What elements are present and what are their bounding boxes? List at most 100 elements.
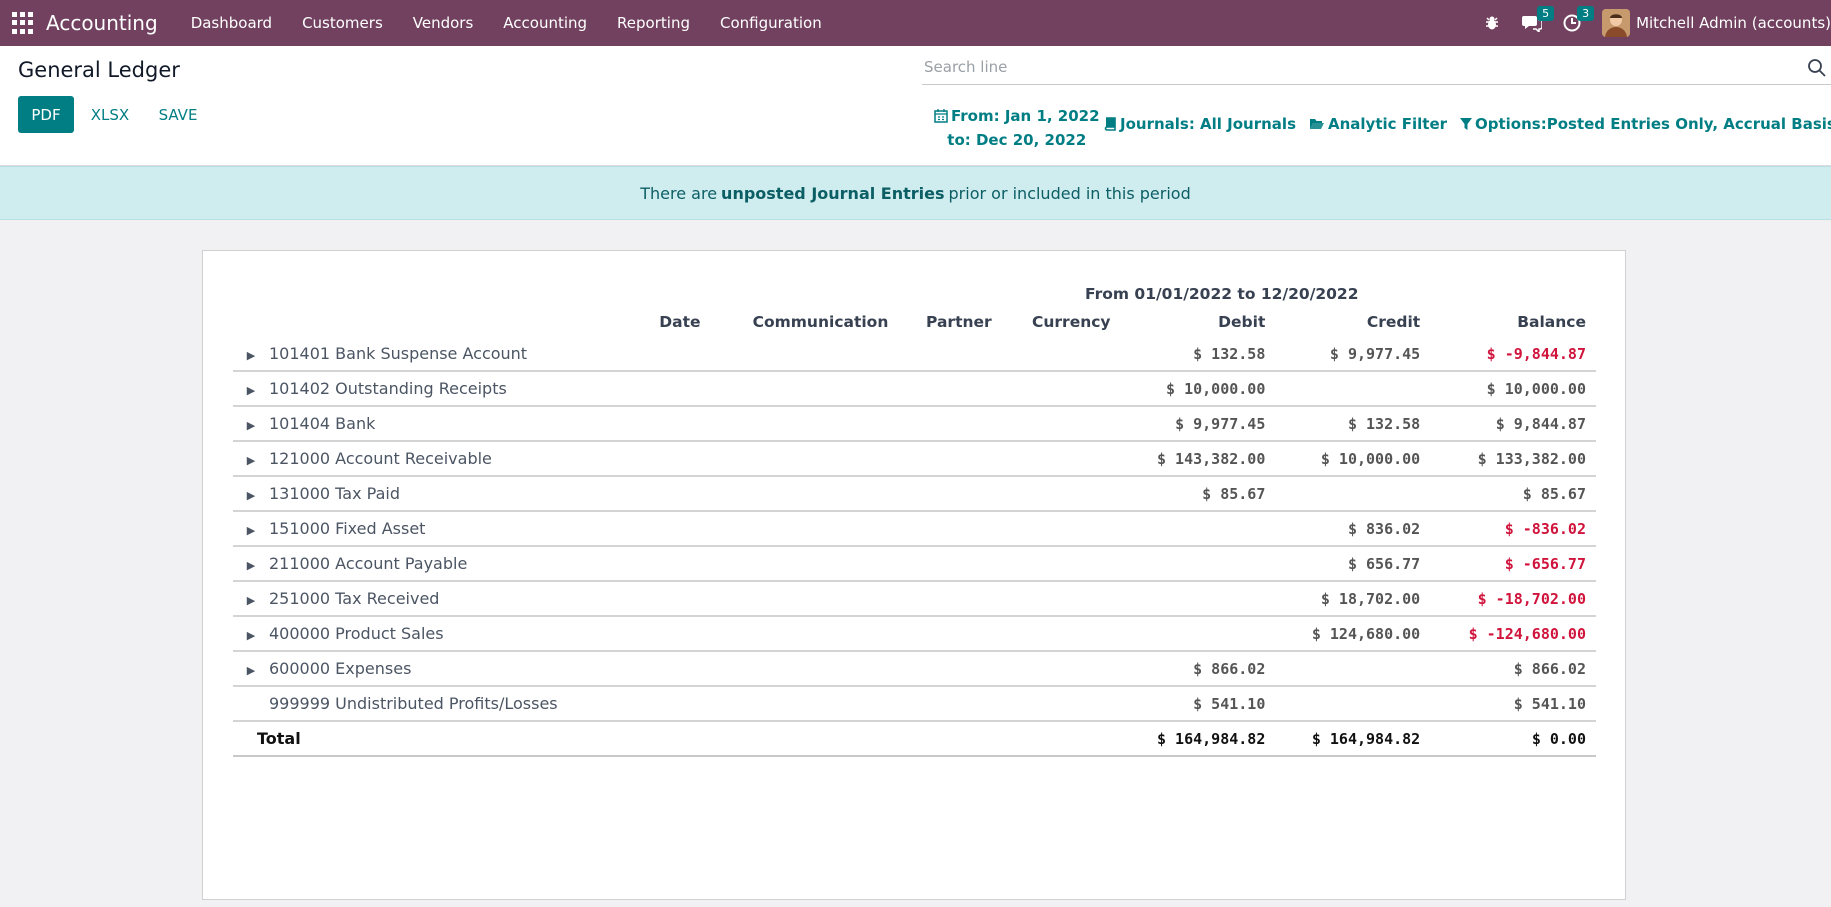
- ledger-row[interactable]: ▶ 101404 Bank $ 9,977.45 $ 132.58 $ 9,844.87: [233, 406, 1596, 442]
- ledger-row[interactable]: ▶ 251000 Tax Received $ 18,702.00 $ -18,702…: [233, 581, 1596, 617]
- account-name: 101402 Outstanding Receipts: [269, 379, 507, 398]
- date-cell: [636, 546, 711, 582]
- balance-cell: $ 866.02: [1430, 651, 1596, 687]
- options-filter[interactable]: Options:Posted Entries Only, Accrual Bas…: [1460, 115, 1831, 133]
- column-account: [233, 307, 637, 337]
- menu-reporting[interactable]: Reporting: [602, 14, 705, 32]
- account-name: 211000 Account Payable: [269, 554, 468, 573]
- xlsx-button[interactable]: XLSX: [80, 96, 140, 133]
- credit-cell: $ 124,680.00: [1275, 616, 1431, 652]
- communication-cell: [710, 476, 899, 512]
- communication-cell: [710, 546, 899, 582]
- caret-right-icon[interactable]: ▶: [233, 489, 269, 502]
- user-menu[interactable]: Mitchell Admin (accounts): [1636, 14, 1831, 32]
- column-date: Date: [659, 313, 701, 331]
- messages-chat-icon[interactable]: 5: [1517, 0, 1555, 46]
- caret-right-icon[interactable]: ▶: [233, 629, 269, 642]
- debit-cell: [1120, 511, 1276, 547]
- caret-right-icon[interactable]: ▶: [233, 664, 269, 677]
- search-icon[interactable]: [1807, 58, 1827, 78]
- ledger-row: 999999 Undistributed Profits/Losses $ 541…: [233, 686, 1596, 722]
- balance-cell: $ 85.67: [1430, 476, 1596, 512]
- menu-dashboard[interactable]: Dashboard: [176, 14, 287, 32]
- balance-cell: $ 10,000.00: [1430, 371, 1596, 407]
- caret-right-icon[interactable]: ▶: [233, 419, 269, 432]
- caret-right-icon[interactable]: ▶: [233, 594, 269, 607]
- balance-cell: $ -656.77: [1430, 546, 1596, 582]
- total-credit: $ 164,984.82: [1275, 721, 1431, 757]
- account-name: 121000 Account Receivable: [269, 449, 492, 468]
- messages-count-badge: 5: [1537, 6, 1555, 21]
- total-communication: [710, 721, 899, 757]
- caret-right-icon[interactable]: ▶: [233, 559, 269, 572]
- date-cell: [636, 616, 711, 652]
- account-cell[interactable]: ▶ 121000 Account Receivable: [233, 441, 637, 477]
- credit-cell: [1275, 651, 1431, 687]
- options-filter-label: Options:Posted Entries Only, Accrual Bas…: [1475, 115, 1831, 133]
- debit-cell: $ 85.67: [1120, 476, 1276, 512]
- app-name[interactable]: Accounting: [46, 11, 158, 35]
- account-cell[interactable]: ▶ 600000 Expenses: [233, 651, 637, 687]
- caret-right-icon[interactable]: ▶: [233, 524, 269, 537]
- unposted-entries-link[interactable]: unposted Journal Entries: [721, 184, 944, 203]
- top-navbar: Accounting Dashboard Customers Vendors A…: [0, 0, 1831, 46]
- debit-cell: $ 143,382.00: [1120, 441, 1276, 477]
- pdf-button[interactable]: PDF: [18, 96, 74, 133]
- date-filter[interactable]: From: Jan 1, 2022 to: Dec 20, 2022: [934, 104, 1100, 152]
- balance-cell: $ -9,844.87: [1430, 337, 1596, 372]
- caret-right-icon[interactable]: ▶: [233, 454, 269, 467]
- date-cell: [636, 406, 711, 442]
- account-cell[interactable]: ▶ 101402 Outstanding Receipts: [233, 371, 637, 407]
- account-cell[interactable]: ▶ 101404 Bank: [233, 406, 637, 442]
- currency-cell: [1001, 371, 1121, 407]
- search-input[interactable]: [922, 52, 1786, 82]
- ledger-row[interactable]: ▶ 101401 Bank Suspense Account $ 132.58 $ 9…: [233, 337, 1596, 372]
- menu-customers[interactable]: Customers: [287, 14, 398, 32]
- ledger-row[interactable]: ▶ 101402 Outstanding Receipts $ 10,000.00 $…: [233, 371, 1596, 407]
- ledger-row[interactable]: ▶ 131000 Tax Paid $ 85.67 $ 85.67: [233, 476, 1596, 512]
- date-cell: [636, 511, 711, 547]
- currency-cell: [1001, 686, 1121, 722]
- account-name: 131000 Tax Paid: [269, 484, 400, 503]
- credit-cell: $ 836.02: [1275, 511, 1431, 547]
- debit-cell: $ 132.58: [1120, 337, 1276, 372]
- menu-configuration[interactable]: Configuration: [705, 14, 837, 32]
- communication-cell: [710, 511, 899, 547]
- search-bar: [922, 52, 1831, 85]
- credit-cell: [1275, 686, 1431, 722]
- caret-right-icon[interactable]: ▶: [233, 349, 269, 362]
- total-label: Total: [233, 721, 637, 757]
- user-avatar[interactable]: [1602, 9, 1631, 37]
- save-button[interactable]: SAVE: [148, 96, 208, 133]
- ledger-row[interactable]: ▶ 211000 Account Payable $ 656.77 $ -656.77: [233, 546, 1596, 582]
- account-cell[interactable]: ▶ 211000 Account Payable: [233, 546, 637, 582]
- account-cell[interactable]: ▶ 131000 Tax Paid: [233, 476, 637, 512]
- analytic-filter[interactable]: Analytic Filter: [1309, 115, 1447, 133]
- account-cell[interactable]: ▶ 101401 Bank Suspense Account: [233, 337, 637, 372]
- account-cell[interactable]: ▶ 151000 Fixed Asset: [233, 511, 637, 547]
- credit-cell: $ 132.58: [1275, 406, 1431, 442]
- partner-cell: [898, 686, 1002, 722]
- caret-right-icon[interactable]: ▶: [233, 384, 269, 397]
- activities-clock-icon[interactable]: 3: [1557, 0, 1595, 46]
- total-debit: $ 164,984.82: [1120, 721, 1276, 757]
- debit-cell: [1120, 581, 1276, 617]
- menu-accounting[interactable]: Accounting: [488, 14, 602, 32]
- app-grid-icon[interactable]: [12, 12, 34, 34]
- ledger-row[interactable]: ▶ 121000 Account Receivable $ 143,382.00 $ …: [233, 441, 1596, 477]
- balance-cell: $ 9,844.87: [1430, 406, 1596, 442]
- debit-cell: $ 9,977.45: [1120, 406, 1276, 442]
- column-credit: Credit: [1366, 313, 1421, 331]
- account-cell[interactable]: ▶ 400000 Product Sales: [233, 616, 637, 652]
- journals-filter[interactable]: Journals: All Journals: [1104, 115, 1296, 133]
- ledger-row[interactable]: ▶ 600000 Expenses $ 866.02 $ 866.02: [233, 651, 1596, 687]
- ledger-row[interactable]: ▶ 400000 Product Sales $ 124,680.00 $ -124,…: [233, 616, 1596, 652]
- account-cell: 999999 Undistributed Profits/Losses: [233, 686, 637, 722]
- ledger-row[interactable]: ▶ 151000 Fixed Asset $ 836.02 $ -836.02: [233, 511, 1596, 547]
- menu-vendors[interactable]: Vendors: [398, 14, 489, 32]
- currency-cell: [1001, 476, 1121, 512]
- debug-bug-icon[interactable]: [1477, 0, 1507, 46]
- account-cell[interactable]: ▶ 251000 Tax Received: [233, 581, 637, 617]
- partner-cell: [898, 581, 1002, 617]
- currency-cell: [1001, 651, 1121, 687]
